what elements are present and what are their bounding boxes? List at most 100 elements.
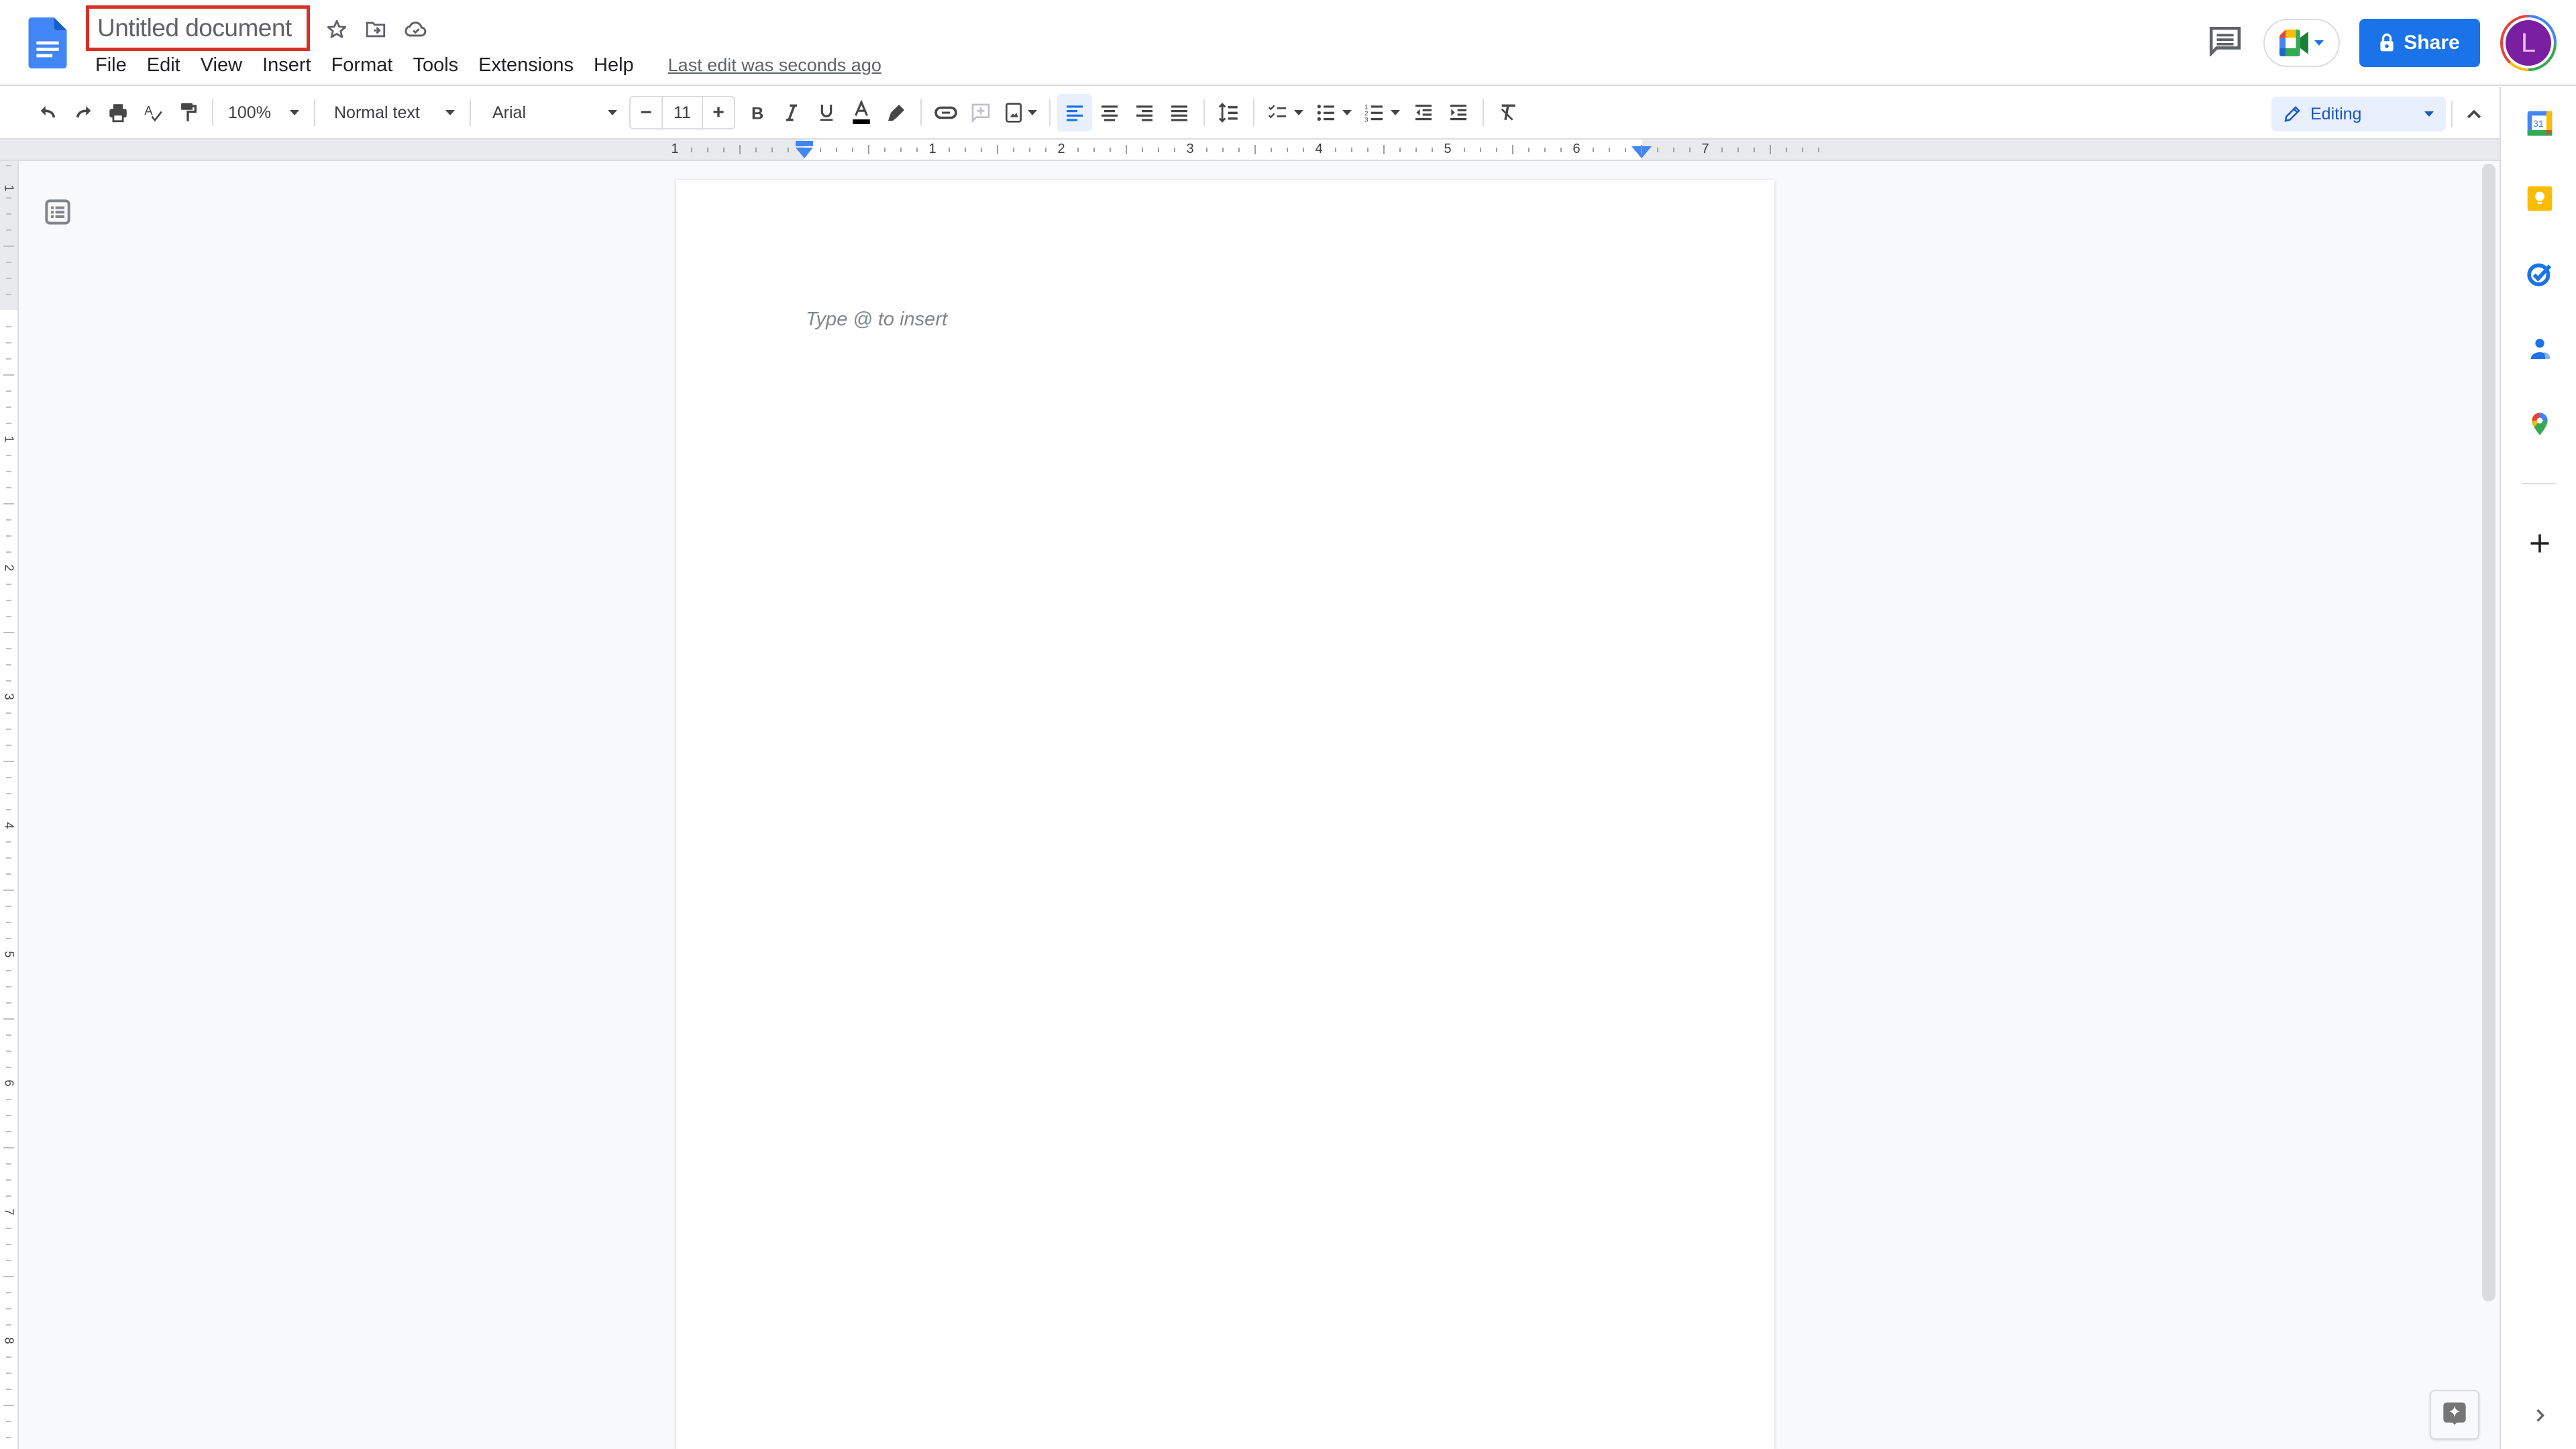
hide-menus-button[interactable] <box>2459 99 2489 129</box>
document-outline-button[interactable] <box>44 199 71 225</box>
increase-indent-button[interactable] <box>1441 94 1476 131</box>
ruler-tick <box>6 1373 11 1374</box>
document-status-button[interactable] <box>401 15 431 44</box>
get-addons-button[interactable] <box>2525 529 2555 558</box>
comment-history-button[interactable] <box>2208 25 2242 58</box>
ruler-tick <box>1480 147 1481 152</box>
ruler-tick <box>3 374 14 376</box>
align-right-icon <box>1136 105 1152 121</box>
bulleted-list-button[interactable] <box>1309 94 1358 131</box>
last-edit-link[interactable]: Last edit was seconds ago <box>668 55 881 76</box>
increase-indent-icon <box>1450 105 1466 121</box>
menu-file[interactable]: File <box>86 54 137 76</box>
vertical-scrollbar[interactable] <box>2482 164 2496 1301</box>
ruler-tick <box>3 1147 14 1148</box>
add-comment-button[interactable] <box>963 94 998 131</box>
ruler-tick <box>6 712 11 714</box>
print-button[interactable] <box>101 94 136 131</box>
toolbar-divider <box>1049 99 1051 126</box>
decrease-font-size-button[interactable]: − <box>631 97 661 128</box>
contacts-app-button[interactable] <box>2525 334 2555 364</box>
checklist-button[interactable] <box>1261 94 1309 131</box>
vertical-ruler[interactable]: 1 1 2 3 4 5 6 7 8 <box>0 161 19 1449</box>
redo-button[interactable] <box>66 94 101 131</box>
ruler-tick <box>3 761 14 762</box>
align-right-button[interactable] <box>1127 94 1162 131</box>
document-page[interactable]: Type @ to insert <box>676 180 1774 1449</box>
ruler-tick <box>1560 147 1562 152</box>
numbered-list-button[interactable]: 123 <box>1358 94 1406 131</box>
document-title-input[interactable]: Untitled document <box>86 5 310 51</box>
italic-button[interactable] <box>774 94 809 131</box>
ruler-label: 7 <box>2 1208 16 1216</box>
ruler-label: 1 <box>928 142 936 156</box>
menu-extensions[interactable]: Extensions <box>468 54 584 76</box>
zoom-caret-icon <box>290 110 299 115</box>
meet-icon <box>2279 30 2308 56</box>
font-family-select[interactable]: Arial <box>478 94 625 131</box>
horizontal-ruler[interactable]: 1 1 2 3 4 5 6 7 <box>0 138 2500 161</box>
keep-app-button[interactable] <box>2525 184 2555 213</box>
ruler-tick <box>1786 147 1787 152</box>
contacts-icon <box>2530 339 2551 359</box>
align-center-button[interactable] <box>1092 94 1127 131</box>
star-button[interactable] <box>322 15 352 44</box>
increase-font-size-button[interactable]: + <box>703 97 734 128</box>
paragraph-style-select[interactable]: Normal text <box>322 94 463 131</box>
zoom-select[interactable]: 100% <box>220 94 307 131</box>
ruler-tick <box>1029 147 1030 152</box>
menu-tools[interactable]: Tools <box>402 54 468 76</box>
explore-button[interactable] <box>2430 1390 2479 1440</box>
account-button[interactable]: L <box>2500 15 2557 71</box>
ruler-tick <box>1158 147 1159 152</box>
ruler-tick <box>6 294 11 295</box>
clear-formatting-button[interactable] <box>1491 94 1525 131</box>
docs-logo-icon[interactable] <box>28 17 67 68</box>
ruler-label: 2 <box>2 564 16 572</box>
decrease-indent-button[interactable] <box>1406 94 1441 131</box>
share-button[interactable]: Share <box>2359 19 2480 67</box>
move-button[interactable] <box>361 15 390 44</box>
meet-button[interactable] <box>2263 19 2340 67</box>
align-left-button[interactable] <box>1057 94 1092 131</box>
chevron-up-icon <box>2467 109 2481 119</box>
text-color-button[interactable] <box>844 94 879 131</box>
menu-edit[interactable]: Edit <box>137 54 191 76</box>
spellcheck-button[interactable]: A <box>136 94 170 131</box>
ruler-tick <box>6 1067 11 1068</box>
editing-mode-select[interactable]: Editing <box>2271 97 2446 131</box>
ruler-tick <box>6 326 11 327</box>
show-side-panel-button[interactable] <box>2525 1401 2555 1430</box>
maps-app-button[interactable] <box>2525 409 2555 439</box>
paint-format-icon <box>181 103 197 121</box>
font-size-input[interactable]: 11 <box>661 97 703 128</box>
align-left-icon <box>1067 105 1083 121</box>
calendar-app-button[interactable]: 31 <box>2525 109 2555 138</box>
text-color-icon <box>853 100 870 124</box>
underline-button[interactable] <box>809 94 844 131</box>
ruler-tick <box>6 535 11 537</box>
ruler-label: 7 <box>1701 142 1709 156</box>
justify-button[interactable] <box>1162 94 1197 131</box>
ruler-tick <box>6 455 11 456</box>
tasks-app-button[interactable] <box>2525 259 2555 288</box>
font-caret-icon <box>608 110 617 115</box>
ruler-tick <box>3 503 14 504</box>
menu-view[interactable]: View <box>191 54 252 76</box>
bold-button[interactable]: B <box>739 94 774 131</box>
insert-link-button[interactable] <box>928 94 963 131</box>
ruler-tick <box>1415 147 1417 152</box>
menu-format[interactable]: Format <box>321 54 403 76</box>
paint-format-button[interactable] <box>170 94 205 131</box>
ruler-tick <box>6 1228 11 1229</box>
ruler-tick <box>3 632 14 633</box>
menu-help[interactable]: Help <box>584 54 644 76</box>
first-line-indent-marker-icon[interactable] <box>793 140 816 160</box>
ruler-tick <box>6 600 11 601</box>
ruler-tick <box>6 616 11 617</box>
highlight-color-button[interactable] <box>879 94 914 131</box>
menu-insert[interactable]: Insert <box>252 54 321 76</box>
line-spacing-button[interactable] <box>1212 94 1246 131</box>
insert-image-button[interactable] <box>998 94 1042 131</box>
undo-button[interactable] <box>31 94 66 131</box>
